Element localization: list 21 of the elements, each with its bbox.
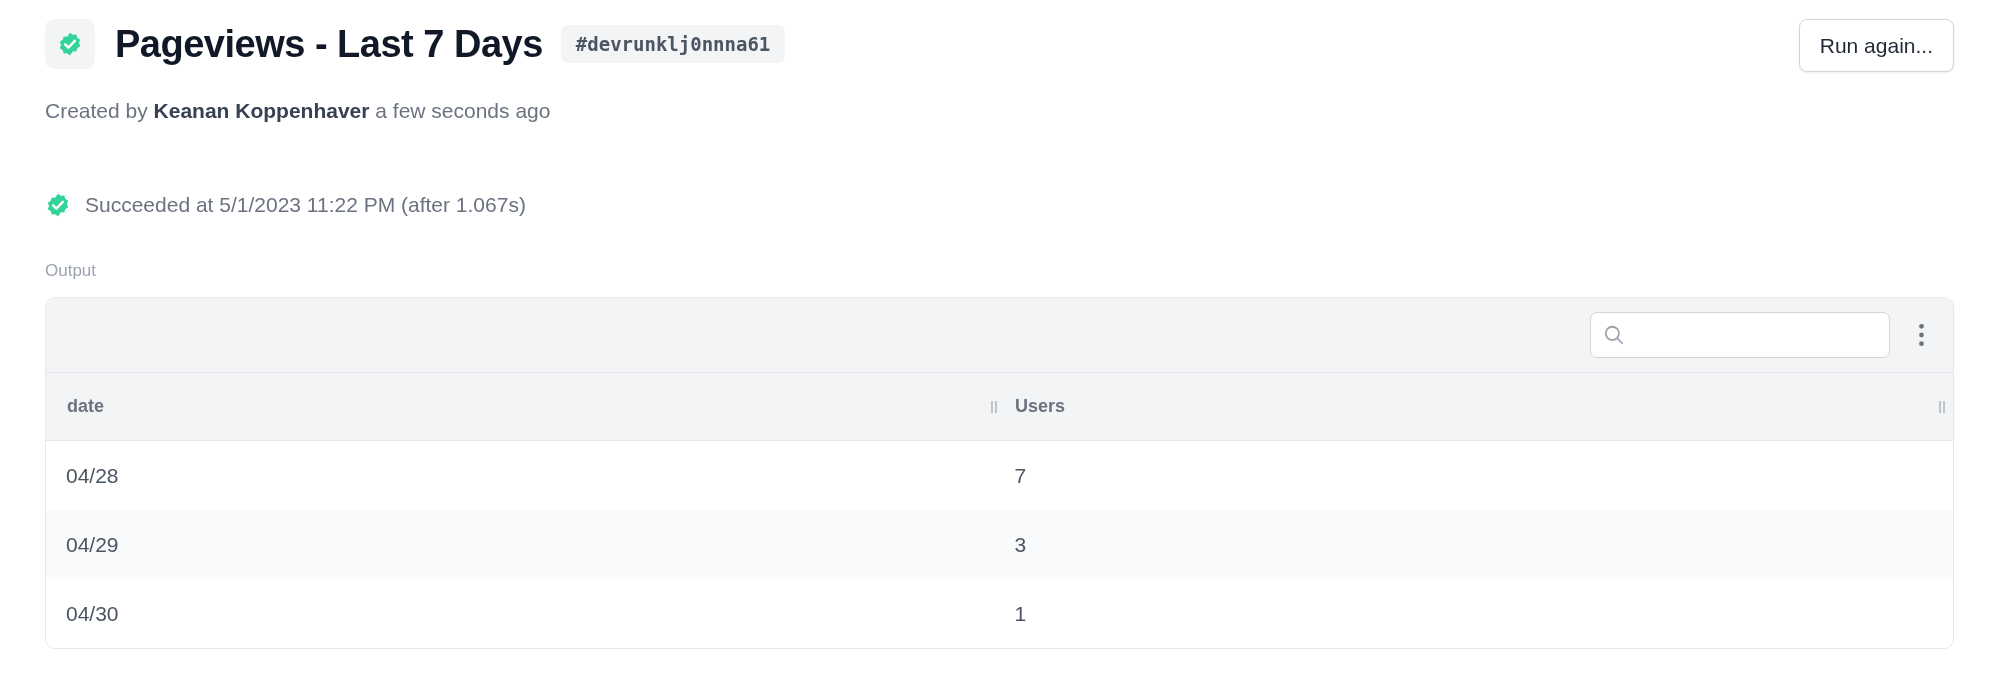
column-header[interactable]: Users xyxy=(1015,396,1066,417)
created-by-text: Created by Keanan Koppenhaver a few seconds ago xyxy=(45,99,552,123)
run-id-tag: #devrunklj0nnna61 xyxy=(560,25,786,63)
column-header[interactable]: date xyxy=(67,396,104,417)
search-icon xyxy=(1603,324,1625,346)
table-cell: 04/28 xyxy=(66,463,119,488)
table-cell: 1 xyxy=(1014,601,1027,626)
resize-handle-icon[interactable] xyxy=(991,399,997,414)
check-seal-icon xyxy=(57,31,83,57)
table-cell: 04/30 xyxy=(66,601,119,626)
table-cell: 04/29 xyxy=(66,532,119,557)
page-title: Pageviews - Last 7 Days xyxy=(115,22,543,66)
run-again-button[interactable]: Run again... xyxy=(1798,19,1954,72)
section-label: Output xyxy=(45,261,98,281)
resize-handle-icon[interactable] xyxy=(1939,399,1945,414)
table-cell: 3 xyxy=(1014,532,1027,557)
search-field[interactable] xyxy=(1590,312,1890,358)
more-options-icon[interactable] xyxy=(1918,322,1925,348)
status-text: Succeeded at 5/1/2023 11:22 PM (after 1.067s) xyxy=(85,193,526,217)
table-cell: 7 xyxy=(1014,463,1027,488)
check-seal-icon xyxy=(45,192,71,218)
